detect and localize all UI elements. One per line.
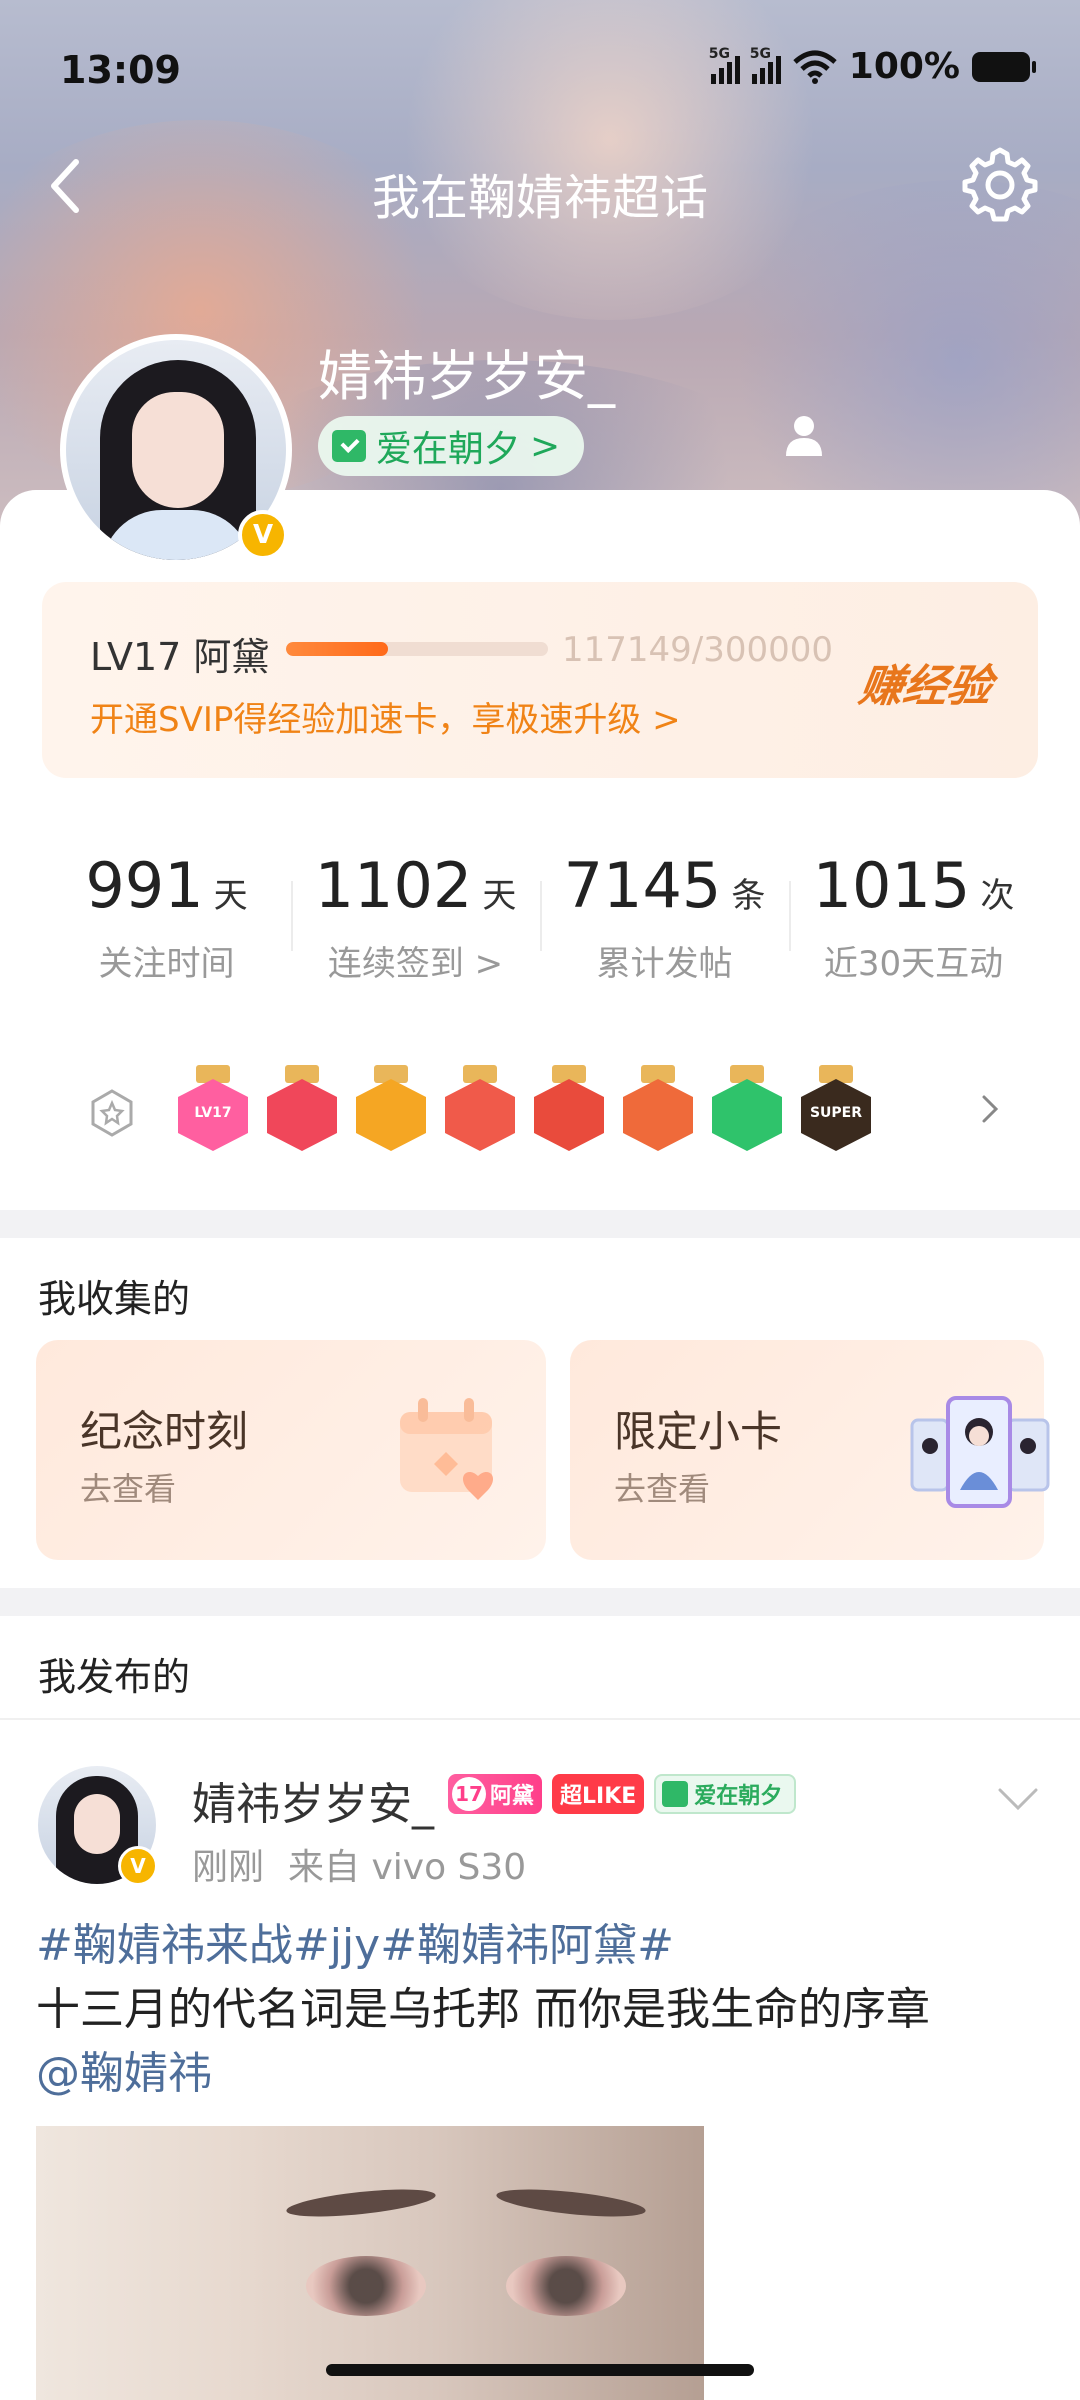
post-source: 来自 vivo S30 [288,1847,527,1888]
cat-badge-2 [534,1065,604,1151]
memorial-moments-card[interactable]: 纪念时刻 去查看 [36,1340,546,1560]
divider [0,1210,1080,1238]
cat-badge-3 [623,1065,693,1151]
home-indicator[interactable] [326,2364,754,2376]
level-name: LV17 阿黛 [90,635,270,679]
trophy-badge [267,1065,337,1151]
fan-group-tag[interactable]: 爱在朝夕 > [318,416,585,476]
level-exp: 117149/300000 [562,630,834,670]
limited-cards-card[interactable]: 限定小卡 去查看 [570,1340,1050,1560]
post-body: #鞠婧祎来战#jjy#鞠婧祎阿黛# 十三月的代名词是乌托邦 而你是我生命的序章 … [36,1914,1046,2106]
post-mention[interactable]: @鞠婧祎 [36,2042,1046,2106]
divider [0,1588,1080,1616]
post-time: 刚刚 [192,1847,265,1888]
wifi-icon [793,50,837,84]
stat-interactions: 1015 次 近30天互动 [789,815,1038,1005]
settings-gear-icon[interactable] [960,144,1040,224]
verified-badge: V [238,510,288,560]
calendar-check-icon [662,1781,689,1807]
crown-badge [356,1065,426,1151]
username: 婧祎岁岁安_ [318,345,615,408]
verified-badge: V [118,1846,158,1886]
stat-checkin-days[interactable]: 1102 天 连续签到 > [291,815,540,1005]
posted-header: 我发布的 [0,1616,1080,1720]
top-nav: 我在鞠婧祎超话 [0,140,1080,240]
section-title-collected: 我收集的 [38,1277,191,1321]
post-author-tags: 17 阿黛 超LIKE 爱在朝夕 [448,1774,797,1814]
stats-row: 991 天 关注时间 1102 天 连续签到 > 7145 条 累计发帖 1015 次 … [42,815,1038,1005]
super-badge: SUPER [801,1065,871,1151]
stat-follow-days: 991 天 关注时间 [85,849,248,984]
signal-icon-2: 5G [750,46,781,84]
fan-group-tag: 爱在朝夕 [654,1774,797,1814]
status-time: 13:09 [60,48,181,92]
chevron-right-icon: > [530,425,561,467]
post-image[interactable] [36,2126,704,2400]
stat-posts: 7145 条 累计发帖 [540,815,789,1005]
chevron-down-icon[interactable] [996,1784,1040,1814]
super-like-tag: 超LIKE [552,1774,645,1814]
section-title-posted: 我发布的 [38,1655,191,1699]
chevron-right-icon[interactable] [978,1091,1002,1127]
posted-section: 我发布的 V 婧祎岁岁安_ 17 阿黛 超LIKE 爱在朝夕 刚刚 来自 vivo … [0,1616,1080,2400]
fan-tag-label: 爱在朝夕 [376,429,521,470]
lv17-badge: LV17 [178,1065,248,1151]
badge-row[interactable]: LV17 SUPER [42,1035,1038,1185]
level-panel[interactable]: LV17 阿黛 117149/300000 开通SVIP得经验加速卡，享极速升级… [42,582,1038,778]
badge-outline-icon [91,1089,133,1137]
hand-badge [712,1065,782,1151]
earn-exp-button[interactable]: 赚经验 [856,650,997,714]
level-tag: 17 阿黛 [448,1774,543,1814]
calendar-check-icon [332,430,366,462]
level-progress-bar [286,642,548,656]
photo-cards-icon [910,1396,1050,1508]
signal-icon: 5G [709,46,740,84]
post-author-name[interactable]: 婧祎岁岁安_ [192,1768,434,1832]
page-title: 我在鞠婧祎超话 [371,170,708,226]
svip-promo-link[interactable]: 开通SVIP得经验加速卡，享极速升级 > [90,692,681,741]
status-bar: 13:09 5G 5G 100% [0,0,1080,140]
cat-badge-1 [445,1065,515,1151]
post-hashtags[interactable]: #鞠婧祎来战#jjy#鞠婧祎阿黛# [36,1914,1046,1978]
battery-icon [972,51,1036,82]
battery-percent: 100% [848,46,960,87]
post-content: 十三月的代名词是乌托邦 而你是我生命的序章 [36,1984,930,2035]
post-meta: 刚刚 来自 vivo S30 [192,1838,526,1890]
collected-section: 我收集的 纪念时刻 去查看 限定小卡 去查看 [0,1238,1080,1588]
calendar-heart-icon [400,1398,494,1500]
person-icon[interactable] [784,414,824,458]
